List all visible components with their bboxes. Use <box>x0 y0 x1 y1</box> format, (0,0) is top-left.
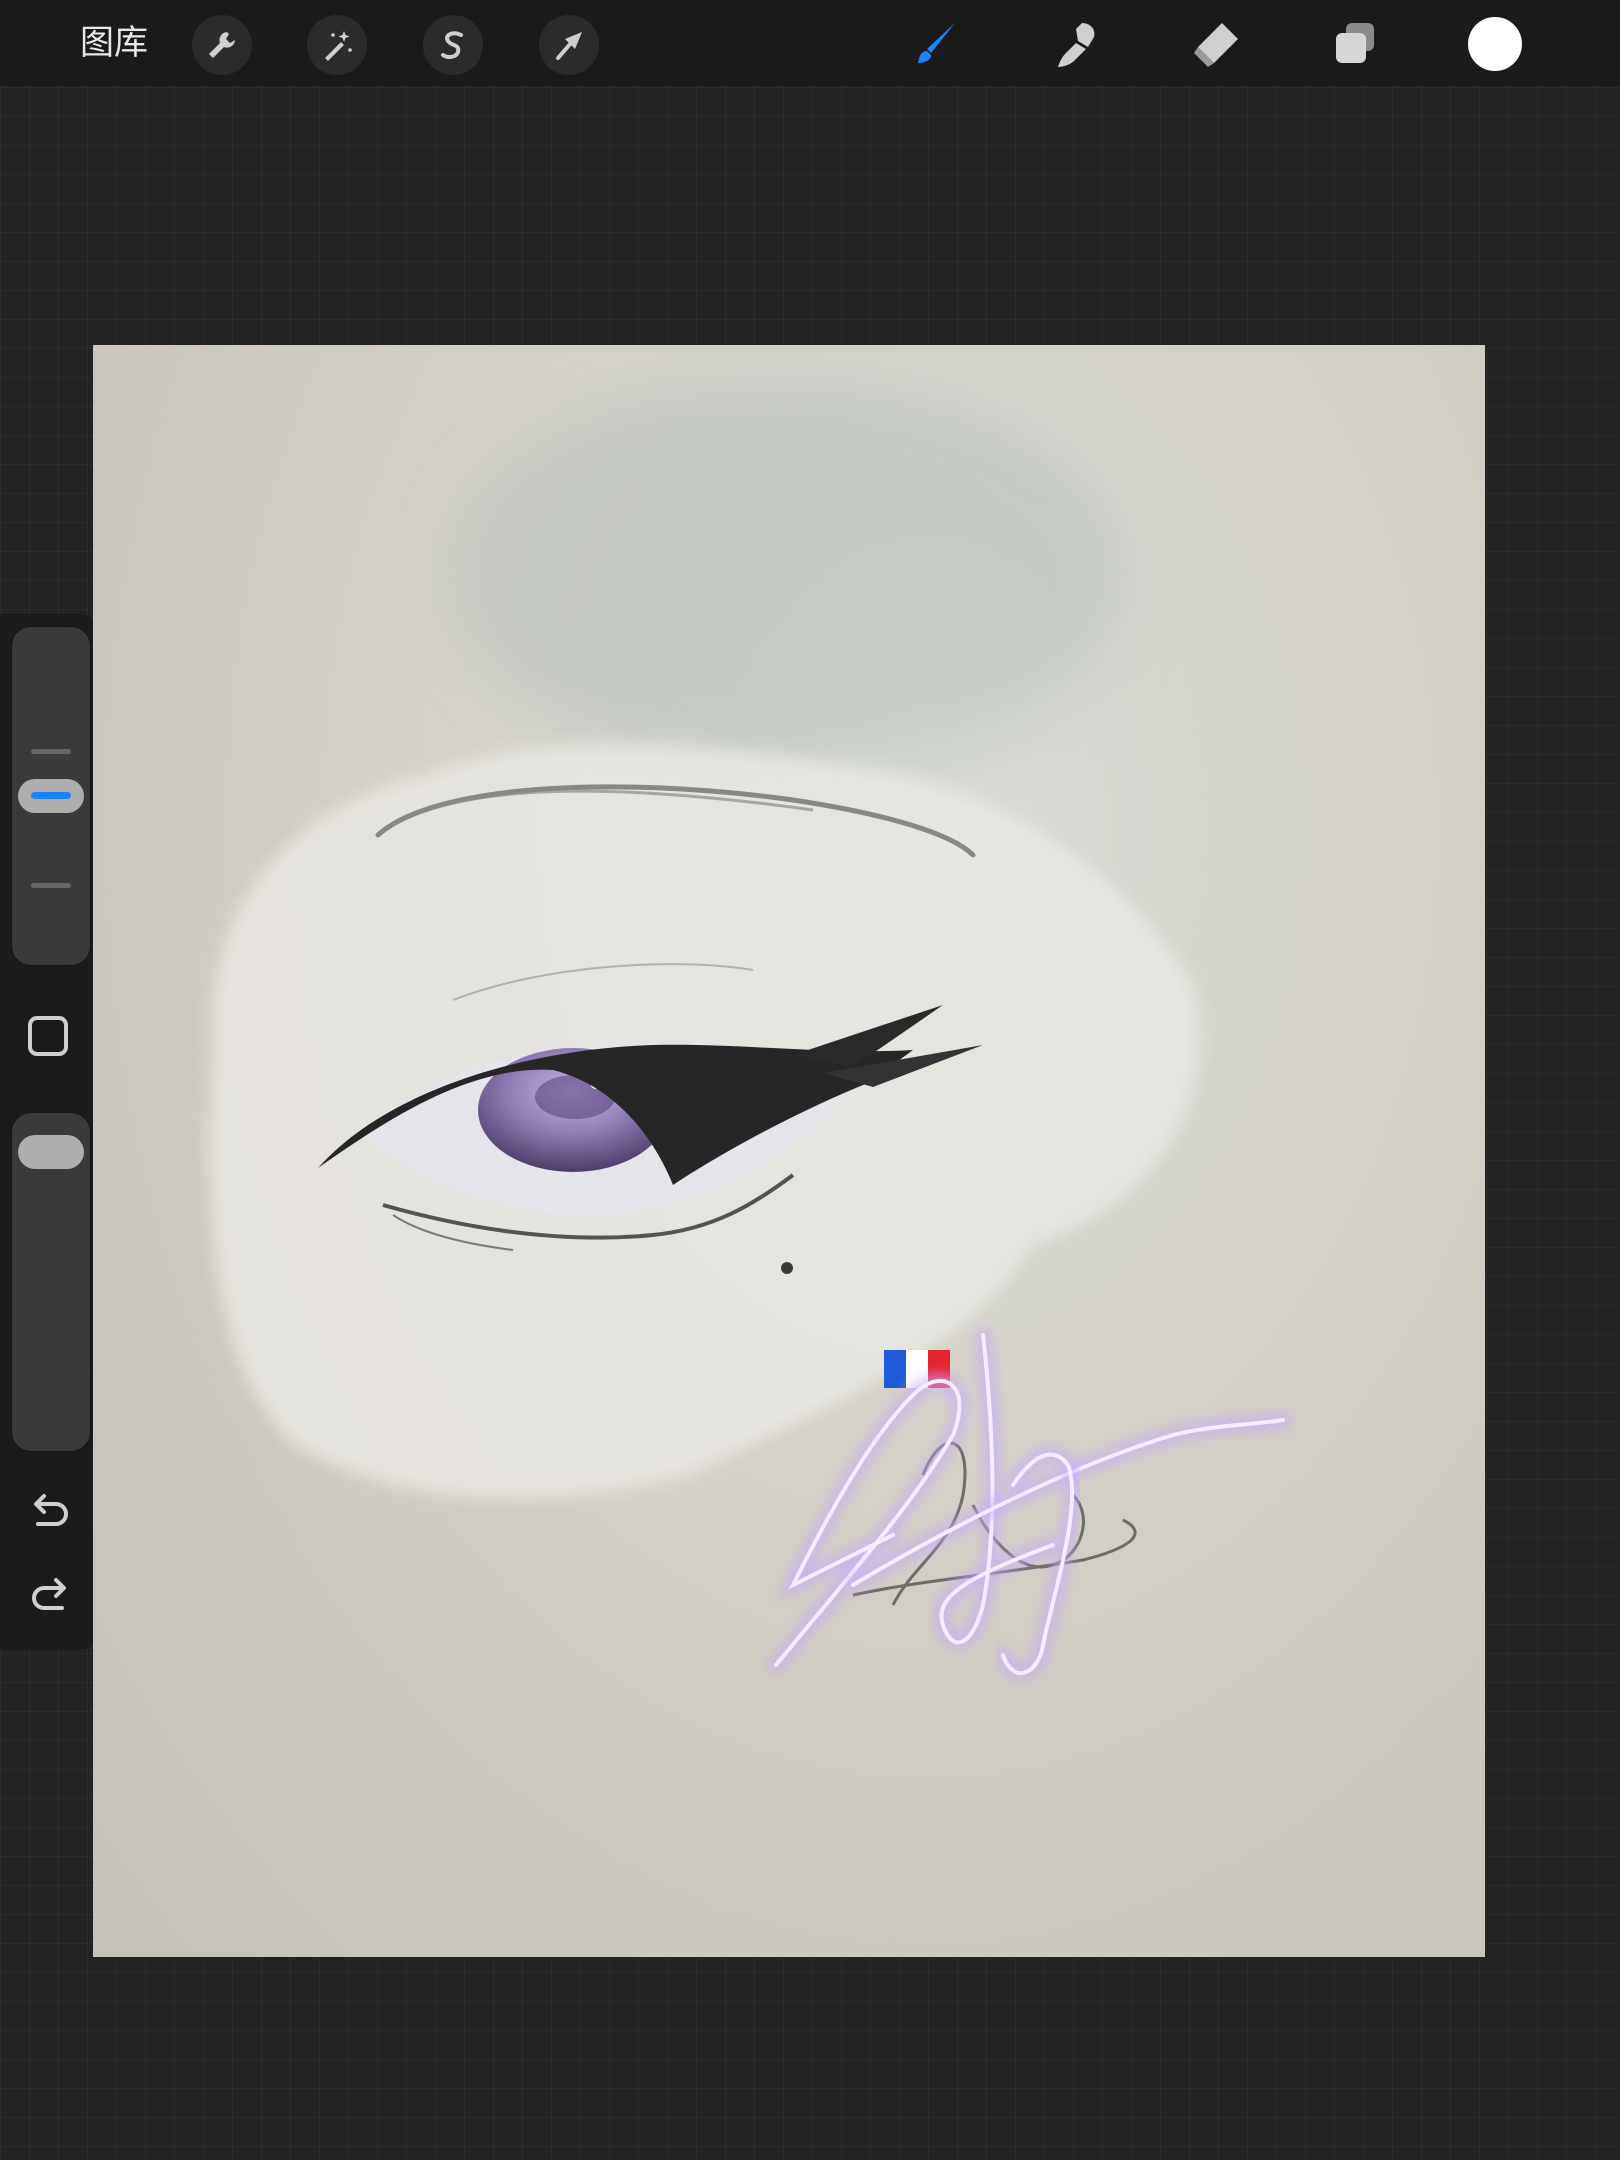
selection-button[interactable] <box>423 15 483 75</box>
redo-icon[interactable] <box>24 1570 76 1622</box>
adjustments-button[interactable] <box>307 15 367 75</box>
slider-tick <box>31 749 71 754</box>
undo-icon[interactable] <box>24 1486 76 1538</box>
brush-icon <box>918 23 955 63</box>
gallery-button[interactable]: 图库 <box>80 22 148 64</box>
handle-indicator <box>31 792 71 799</box>
opacity-slider[interactable] <box>11 1112 91 1452</box>
wrench-icon <box>209 32 235 58</box>
transform-button[interactable] <box>539 15 599 75</box>
opacity-handle[interactable] <box>18 1135 84 1170</box>
top-toolbar: 图库 <box>0 0 1620 86</box>
smudge-tool[interactable] <box>1045 14 1105 74</box>
transform-arrow-icon <box>556 32 582 60</box>
magic-wand-icon <box>325 31 352 61</box>
slider-tick <box>31 883 71 888</box>
color-picker-swatch[interactable] <box>1468 17 1522 71</box>
actions-button[interactable] <box>192 15 252 75</box>
artwork <box>209 375 1290 1681</box>
brush-size-handle[interactable] <box>18 779 84 813</box>
brush-tool[interactable] <box>906 14 966 74</box>
left-sidebar <box>0 614 100 1650</box>
haze <box>453 375 1133 775</box>
smudge-icon <box>1058 23 1095 67</box>
drawing-canvas[interactable] <box>93 345 1485 1957</box>
selection-s-icon <box>441 31 463 59</box>
layers-tool[interactable] <box>1325 14 1385 74</box>
modify-square-icon[interactable] <box>28 1016 68 1056</box>
brush-size-slider[interactable] <box>11 626 91 966</box>
eraser-icon <box>1194 23 1238 67</box>
beauty-mark <box>781 1262 793 1274</box>
eraser-tool[interactable] <box>1185 14 1245 74</box>
layers-icon <box>1336 23 1374 63</box>
